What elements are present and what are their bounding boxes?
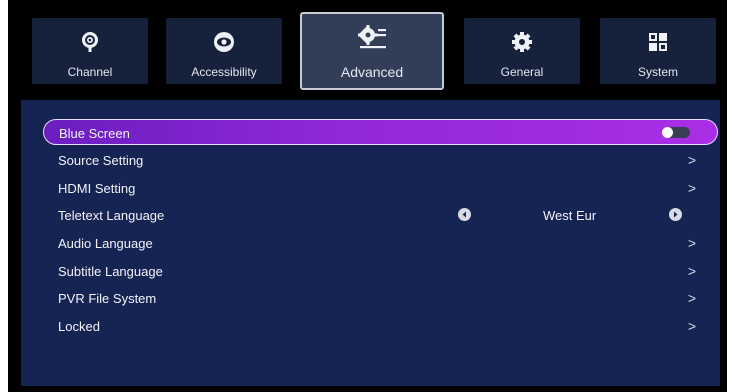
chevron-right-icon: > <box>687 235 696 251</box>
tab-accessibility[interactable]: Accessibility <box>166 18 282 84</box>
gear-icon <box>512 32 532 52</box>
setting-label: Audio Language <box>58 236 153 251</box>
blue-screen-toggle[interactable] <box>662 127 690 138</box>
setting-label: Source Setting <box>58 153 144 168</box>
setting-label: PVR File System <box>58 291 157 306</box>
tab-label: Accessibility <box>191 65 257 79</box>
setting-teletext-language[interactable]: Teletext Language West Eur <box>43 202 718 228</box>
setting-label: Blue Screen <box>59 126 130 141</box>
tab-general[interactable]: General <box>464 18 580 84</box>
tab-channel[interactable]: Channel <box>32 18 148 84</box>
toggle-knob <box>662 127 673 138</box>
setting-pvr-file-system[interactable]: PVR File System > <box>43 285 718 311</box>
settings-tab-bar: Channel Accessibility Advanced General S… <box>8 0 727 100</box>
setting-label: Locked <box>58 319 100 334</box>
teletext-language-value: West Eur <box>543 208 597 223</box>
setting-blue-screen[interactable]: Blue Screen <box>43 119 718 145</box>
chevron-right-icon: > <box>687 180 696 196</box>
tab-label: System <box>637 65 678 79</box>
right-arrow-icon[interactable] <box>669 208 682 221</box>
setting-label: Subtitle Language <box>58 264 163 279</box>
tab-label: Channel <box>67 65 113 79</box>
tab-system[interactable]: System <box>600 18 716 84</box>
setting-subtitle-language[interactable]: Subtitle Language > <box>43 258 718 284</box>
tab-advanced[interactable]: Advanced <box>300 12 444 90</box>
gear-list-icon <box>358 25 386 49</box>
advanced-settings-panel: Blue Screen Source Setting > HDMI Settin… <box>21 100 720 386</box>
setting-audio-language[interactable]: Audio Language > <box>43 230 718 256</box>
chevron-right-icon: > <box>687 290 696 306</box>
chevron-right-icon: > <box>687 152 696 168</box>
tv-screen: Channel Accessibility Advanced General S… <box>8 0 727 392</box>
setting-locked[interactable]: Locked > <box>43 313 718 339</box>
setting-hdmi-setting[interactable]: HDMI Setting > <box>43 175 718 201</box>
grid-icon <box>649 33 667 51</box>
setting-label: HDMI Setting <box>58 181 136 196</box>
satellite-dish-icon <box>82 32 98 52</box>
tab-label: General <box>500 65 544 79</box>
setting-source-setting[interactable]: Source Setting > <box>43 147 718 173</box>
chevron-right-icon: > <box>687 318 696 334</box>
setting-label: Teletext Language <box>58 208 165 223</box>
left-arrow-icon[interactable] <box>458 208 471 221</box>
chevron-right-icon: > <box>687 263 696 279</box>
eye-icon <box>214 32 234 52</box>
tab-label: Advanced <box>340 64 404 80</box>
